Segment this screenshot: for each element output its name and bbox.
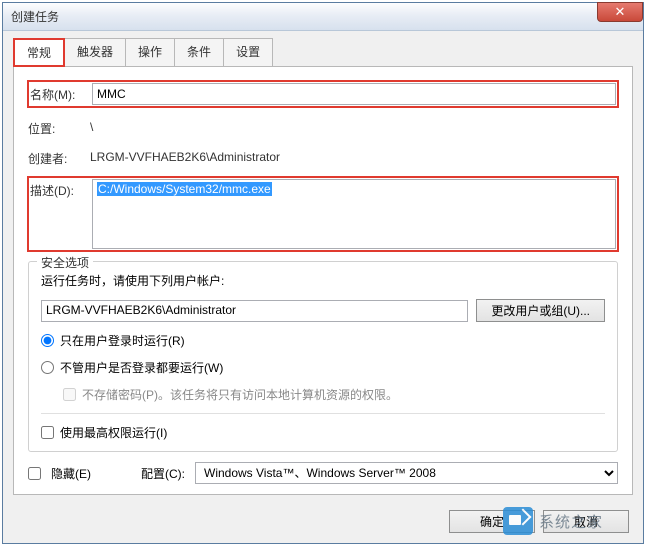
window-title: 创建任务 <box>11 8 59 25</box>
configure-for-select[interactable]: Windows Vista™、Windows Server™ 2008 <box>195 462 618 484</box>
checkbox-highest-privileges[interactable] <box>41 426 54 439</box>
tab-general[interactable]: 常规 <box>13 38 65 67</box>
description-row: 描述(D): C:/Windows/System32/mmc.exe <box>28 177 618 251</box>
separator <box>41 413 605 414</box>
description-input[interactable]: C:/Windows/System32/mmc.exe <box>92 179 616 249</box>
account-row: LRGM-VVFHAEB2K6\Administrator 更改用户或组(U).… <box>41 299 605 322</box>
radio-any-login[interactable] <box>41 361 54 374</box>
radio-logged-on-label: 只在用户登录时运行(R) <box>60 332 185 349</box>
ok-button[interactable]: 确定 <box>449 510 535 533</box>
security-group-title: 安全选项 <box>37 254 93 271</box>
titlebar[interactable]: 创建任务 ✕ <box>3 3 643 31</box>
name-input[interactable] <box>92 83 616 105</box>
no-store-password-label: 不存储密码(P)。该任务将只有访问本地计算机资源的权限。 <box>82 386 398 403</box>
checkbox-no-store-password <box>63 388 76 401</box>
security-options-group: 安全选项 运行任务时，请使用下列用户帐户: LRGM-VVFHAEB2K6\Ad… <box>28 261 618 452</box>
radio-any-login-label: 不管用户是否登录都要运行(W) <box>60 359 223 376</box>
run-as-label: 运行任务时，请使用下列用户帐户: <box>41 272 605 289</box>
bottom-row: 隐藏(E) 配置(C): Windows Vista™、Windows Serv… <box>28 462 618 484</box>
highest-privileges-row: 使用最高权限运行(I) <box>41 424 605 441</box>
tab-triggers[interactable]: 触发器 <box>64 38 126 66</box>
name-label: 名称(M): <box>30 83 92 103</box>
no-store-password-row: 不存储密码(P)。该任务将只有访问本地计算机资源的权限。 <box>63 386 605 403</box>
highest-privileges-label: 使用最高权限运行(I) <box>60 424 167 441</box>
create-task-dialog: 创建任务 ✕ 常规 触发器 操作 条件 设置 名称(M): 位置: \ <box>2 2 644 544</box>
selected-description-text: C:/Windows/System32/mmc.exe <box>97 182 272 196</box>
content-area: 常规 触发器 操作 条件 设置 名称(M): 位置: \ 创建者: LRGM-V… <box>3 31 643 505</box>
configure-for-label: 配置(C): <box>141 465 185 482</box>
close-icon: ✕ <box>615 4 626 19</box>
tab-panel-general: 名称(M): 位置: \ 创建者: LRGM-VVFHAEB2K6\Admini… <box>13 66 633 495</box>
location-row: 位置: \ <box>28 117 618 137</box>
account-display: LRGM-VVFHAEB2K6\Administrator <box>41 300 468 322</box>
dialog-button-bar: 确定 取消 <box>441 502 629 533</box>
cancel-button[interactable]: 取消 <box>543 510 629 533</box>
hidden-label: 隐藏(E) <box>51 465 91 482</box>
radio-logged-on[interactable] <box>41 334 54 347</box>
tab-strip: 常规 触发器 操作 条件 设置 <box>13 38 633 67</box>
tab-settings[interactable]: 设置 <box>223 38 273 66</box>
author-row: 创建者: LRGM-VVFHAEB2K6\Administrator <box>28 147 618 167</box>
change-user-button[interactable]: 更改用户或组(U)... <box>476 299 605 322</box>
tab-conditions[interactable]: 条件 <box>174 38 224 66</box>
close-button[interactable]: ✕ <box>597 2 643 22</box>
radio-logged-on-row: 只在用户登录时运行(R) <box>41 332 605 349</box>
location-label: 位置: <box>28 117 90 137</box>
author-label: 创建者: <box>28 147 90 167</box>
author-value: LRGM-VVFHAEB2K6\Administrator <box>90 147 618 164</box>
description-label: 描述(D): <box>30 179 92 199</box>
radio-any-row: 不管用户是否登录都要运行(W) <box>41 359 605 376</box>
tab-actions[interactable]: 操作 <box>125 38 175 66</box>
location-value: \ <box>90 117 618 134</box>
checkbox-hidden[interactable] <box>28 467 41 480</box>
name-row: 名称(M): <box>28 81 618 107</box>
